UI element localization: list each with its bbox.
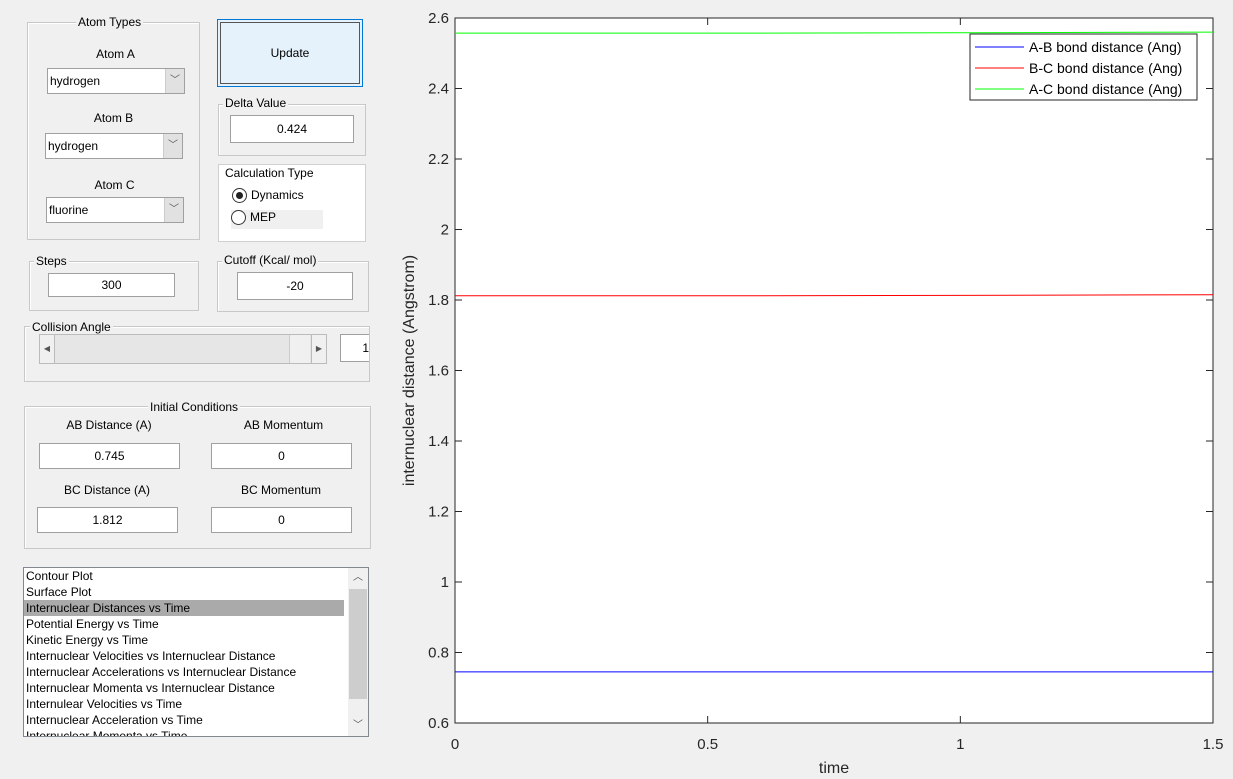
y-tick-label: 1.4 (428, 433, 449, 450)
list-item[interactable]: Internulear Velocities vs Time (24, 696, 344, 712)
scroll-right-arrow-icon[interactable]: ▶ (311, 335, 326, 363)
chevron-down-icon[interactable]: ﹀ (163, 134, 182, 158)
steps-input[interactable]: 300 (48, 273, 175, 297)
cutoff-input[interactable]: -20 (237, 272, 353, 300)
x-tick-label: 1 (956, 736, 964, 753)
list-item[interactable]: Internuclear Momenta vs Time (24, 728, 344, 736)
collision-angle-title: Collision Angle (30, 320, 113, 334)
distance-chart: 0.6 0.8 1 1.2 1.4 1.6 1.8 2 2.2 2.4 2.6 0 0.5 1 1.5 tim… (401, 10, 1224, 777)
list-item[interactable]: Contour Plot (24, 568, 344, 584)
cutoff-title: Cutoff (Kcal/ mol) (222, 253, 319, 267)
atom-b-select[interactable]: hydrogen ﹀ (45, 133, 183, 159)
collision-angle-slider[interactable]: ◀ ▶ (39, 334, 327, 364)
list-item[interactable]: Internuclear Acceleration vs Time (24, 712, 344, 728)
x-tick-label: 1.5 (1203, 736, 1224, 753)
radio-selected-icon[interactable] (232, 188, 247, 204)
atom-types-title: Atom Types (76, 15, 144, 29)
scroll-left-arrow-icon[interactable]: ◀ (40, 335, 55, 363)
ab-distance-input[interactable]: 0.745 (39, 443, 180, 469)
y-axis-label: internuclear distance (Angstrom) (401, 255, 418, 486)
y-tick-label: 0.6 (428, 715, 449, 732)
steps-title: Steps (34, 254, 69, 268)
plot-type-list[interactable]: Contour Plot Surface Plot Internuclear Dis… (23, 567, 369, 737)
delta-title: Delta Value (223, 96, 289, 110)
legend-label: A-C bond distance (Ang) (1029, 81, 1182, 97)
atom-c-select[interactable]: fluorine ﹀ (46, 197, 184, 223)
chevron-down-icon[interactable]: ﹀ (164, 198, 183, 222)
list-item[interactable]: Internuclear Distances vs Time (24, 600, 344, 616)
list-item[interactable]: Internuclear Accelerations vs Internucle… (24, 664, 344, 680)
plot-area (454, 17, 1214, 724)
x-tick-label: 0.5 (697, 736, 718, 753)
atom-c-label: Atom C (94, 178, 135, 192)
y-tick-label: 2.4 (428, 81, 449, 98)
bc-momentum-label: BC Momentum (240, 483, 322, 497)
list-item[interactable]: Internuclear Velocities vs Internuclear … (24, 648, 344, 664)
x-tick-label: 0 (451, 736, 459, 753)
y-tick-label: 1.6 (428, 363, 449, 380)
delta-input[interactable]: 0.424 (230, 115, 354, 143)
chevron-down-icon[interactable]: ﹀ (165, 69, 184, 93)
radio-dynamics[interactable]: Dynamics (232, 188, 304, 204)
atom-a-label: Atom A (96, 47, 135, 61)
atom-a-select[interactable]: hydrogen ﹀ (47, 68, 185, 94)
x-axis-label: time (819, 760, 849, 777)
slider-thumb[interactable] (289, 335, 310, 363)
ab-momentum-input[interactable]: 0 (211, 443, 352, 469)
legend-label: B-C bond distance (Ang) (1029, 60, 1182, 76)
y-tick-label: 2.2 (428, 151, 449, 168)
ab-momentum-label: AB Momentum (243, 418, 324, 432)
update-button[interactable]: Update (217, 19, 363, 87)
y-tick-label: 2 (441, 222, 449, 239)
y-tick-label: 2.6 (428, 10, 449, 27)
radio-icon[interactable] (231, 210, 246, 226)
list-item[interactable]: Surface Plot (24, 584, 344, 600)
collision-angle-input[interactable]: 1 (340, 334, 369, 362)
bc-distance-label: BC Distance (A) (63, 483, 151, 497)
list-item[interactable]: Internuclear Momenta vs Internuclear Dis… (24, 680, 344, 696)
legend-label: A-B bond distance (Ang) (1029, 39, 1182, 55)
bc-momentum-input[interactable]: 0 (211, 507, 352, 533)
y-tick-label: 1.2 (428, 504, 449, 521)
y-tick-label: 1 (441, 574, 449, 591)
calc-type-panel: Calculation Type Dynamics MEP (218, 164, 366, 242)
y-tick-label: 1.8 (428, 292, 449, 309)
bc-distance-input[interactable]: 1.812 (37, 507, 178, 533)
y-tick-label: 0.8 (428, 645, 449, 662)
calc-type-title: Calculation Type (223, 166, 316, 180)
scrollbar-thumb[interactable] (349, 589, 367, 699)
scroll-up-arrow-icon[interactable]: ︿ (348, 568, 368, 588)
initial-conditions-title: Initial Conditions (148, 400, 241, 414)
ab-distance-label: AB Distance (A) (66, 418, 152, 432)
scroll-down-arrow-icon[interactable]: ﹀ (348, 716, 368, 736)
atom-b-label: Atom B (93, 111, 134, 125)
list-item[interactable]: Kinetic Energy vs Time (24, 632, 344, 648)
list-scrollbar[interactable]: ︿ ﹀ (348, 568, 368, 736)
radio-mep[interactable]: MEP (231, 210, 323, 229)
list-item[interactable]: Potential Energy vs Time (24, 616, 344, 632)
